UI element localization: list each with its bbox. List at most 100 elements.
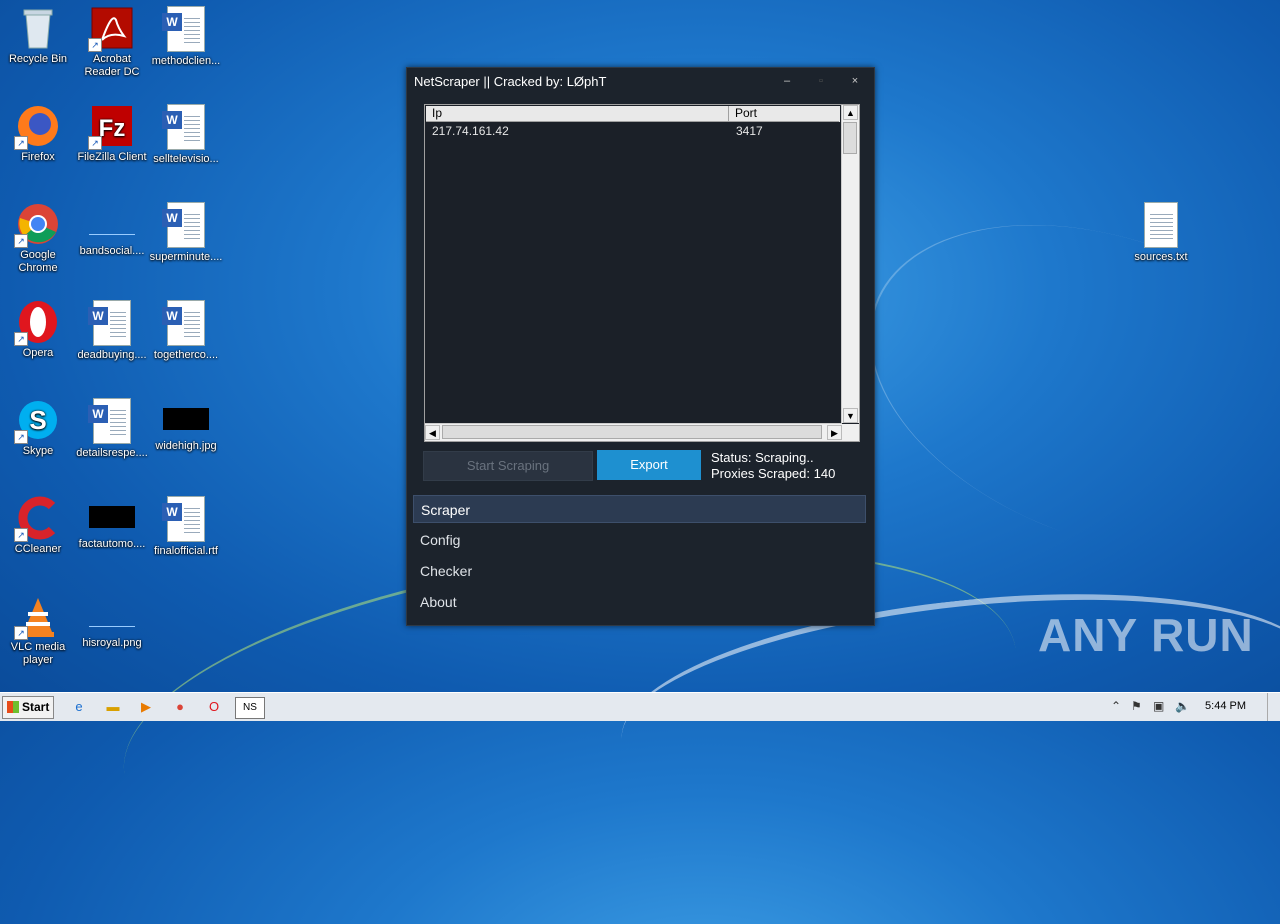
word-doc-icon: W — [162, 6, 205, 52]
taskbar: Start e ▬ ▶ ● O NS ⌃ ⚑ ▣ 🔈 5:44 PM — [0, 692, 1280, 721]
table-row[interactable]: 217.74.161.42 3417 — [426, 123, 840, 139]
side-nav: Scraper Config Checker About — [413, 495, 866, 619]
desktop-icon-factautomo[interactable]: factautomo.... — [74, 490, 150, 551]
horizontal-scroll-thumb[interactable] — [442, 425, 822, 439]
cell-port: 3417 — [736, 124, 763, 138]
acrobat-icon: ↗ — [88, 6, 134, 52]
shortcut-arrow-icon: ↗ — [14, 234, 28, 248]
ccleaner-icon: ↗ — [14, 496, 60, 542]
watermark: ANY RUN — [1038, 609, 1254, 661]
desktop-icon-deadbuying[interactable]: W deadbuying.... — [74, 294, 150, 362]
vlc-icon: ↗ — [14, 594, 60, 640]
desktop-icon-detailsrespe[interactable]: W detailsrespe.... — [74, 392, 150, 460]
volume-icon[interactable]: 🔈 — [1175, 699, 1190, 713]
window-titlebar[interactable]: NetScraper || Cracked by: LØphT – ▫ × — [407, 68, 874, 96]
proxies-scraped-text: Proxies Scraped: 140 — [711, 466, 836, 481]
desktop-icon-hisroyal[interactable]: hisroyal.png — [74, 588, 150, 650]
window-title: NetScraper || Cracked by: LØphT — [414, 74, 607, 89]
desktop-icon-selltelevisio[interactable]: W selltelevisio... — [148, 98, 224, 166]
status-text: Status: Scraping.. — [711, 450, 814, 465]
action-center-flag-icon[interactable]: ⚑ — [1131, 699, 1142, 713]
svg-text:S: S — [29, 405, 46, 435]
nav-item-checker[interactable]: Checker — [413, 557, 866, 585]
image-file-icon — [89, 506, 135, 528]
recycle-bin-icon — [16, 6, 60, 50]
horizontal-scrollbar[interactable]: ◀ ▶ — [425, 423, 842, 441]
wallpaper-swirl — [823, 163, 1280, 617]
word-doc-icon: W — [162, 202, 205, 248]
desktop-icon-togetherco[interactable]: W togetherco.... — [148, 294, 224, 362]
word-doc-icon: W — [162, 104, 205, 150]
shortcut-arrow-icon: ↗ — [14, 528, 28, 542]
network-icon[interactable]: ▣ — [1153, 699, 1164, 713]
desktop-icon-methodclien[interactable]: W methodclien... — [148, 0, 224, 68]
nav-item-scraper[interactable]: Scraper — [413, 495, 866, 523]
shortcut-arrow-icon: ↗ — [14, 332, 28, 346]
word-doc-icon: W — [162, 496, 205, 542]
scroll-down-icon[interactable]: ▼ — [843, 408, 858, 423]
desktop-icon-recycle-bin[interactable]: Recycle Bin — [0, 0, 76, 66]
shortcut-arrow-icon: ↗ — [88, 136, 102, 150]
desktop-icon-ccleaner[interactable]: ↗ CCleaner — [0, 490, 76, 556]
firefox-icon: ↗ — [14, 104, 60, 150]
status-panel: Status: Scraping.. Proxies Scraped: 140 — [711, 450, 835, 482]
cell-ip: 217.74.161.42 — [432, 124, 509, 138]
list-header: Ip Port — [426, 106, 840, 122]
column-header-port[interactable]: Port — [729, 106, 839, 122]
export-button[interactable]: Export — [597, 450, 701, 480]
shortcut-arrow-icon: ↗ — [88, 38, 102, 52]
ie-icon[interactable]: e — [68, 697, 90, 717]
word-doc-icon: W — [162, 300, 205, 346]
opera-taskbar-icon[interactable]: O — [203, 697, 225, 717]
nav-item-config[interactable]: Config — [413, 526, 866, 554]
media-player-icon[interactable]: ▶ — [135, 697, 157, 717]
scroll-right-icon[interactable]: ▶ — [827, 425, 842, 440]
show-desktop-button[interactable] — [1267, 693, 1280, 721]
desktop-icon-skype[interactable]: S ↗ Skype — [0, 392, 76, 458]
desktop-icon-opera[interactable]: ↗ Opera — [0, 294, 76, 360]
scroll-up-icon[interactable]: ▲ — [843, 105, 858, 120]
desktop-icon-sources[interactable]: sources.txt — [1123, 196, 1199, 264]
start-label: Start — [22, 700, 50, 714]
desktop-icon-acrobat[interactable]: ↗ Acrobat Reader DC — [74, 0, 150, 79]
maximize-icon[interactable]: ▫ — [811, 72, 831, 90]
svg-text:Fz: Fz — [99, 115, 126, 142]
system-tray: ⌃ ⚑ ▣ 🔈 5:44 PM — [1105, 693, 1280, 721]
vertical-scroll-thumb[interactable] — [843, 122, 857, 154]
proxy-list[interactable]: Ip Port 217.74.161.42 3417 ▲ ▼ ◀ ▶ — [424, 104, 860, 442]
shortcut-arrow-icon: ↗ — [14, 136, 28, 150]
desktop-icon-superminute[interactable]: W superminute.... — [148, 196, 224, 264]
netscraper-window: NetScraper || Cracked by: LØphT – ▫ × Ip… — [406, 67, 875, 626]
desktop-icon-finalofficial[interactable]: W finalofficial.rtf — [148, 490, 224, 558]
text-file-icon — [1144, 202, 1178, 248]
nav-item-about[interactable]: About — [413, 588, 866, 616]
blank-file-icon — [89, 606, 135, 627]
filezilla-icon: Fz ↗ — [88, 104, 134, 150]
chrome-taskbar-icon[interactable]: ● — [169, 697, 191, 717]
explorer-folder-icon[interactable]: ▬ — [102, 697, 124, 717]
desktop-icon-filezilla[interactable]: Fz ↗ FileZilla Client — [74, 98, 150, 164]
start-scraping-button[interactable]: Start Scraping — [423, 451, 593, 481]
show-hidden-icons-icon[interactable]: ⌃ — [1111, 699, 1121, 713]
desktop-icon-widehigh[interactable]: widehigh.jpg — [148, 392, 224, 453]
close-icon[interactable]: × — [845, 72, 865, 90]
blank-file-icon — [89, 214, 135, 235]
clock[interactable]: 5:44 PM — [1205, 700, 1246, 712]
desktop-icon-bandsocial[interactable]: bandsocial.... — [74, 196, 150, 258]
image-file-icon — [163, 408, 209, 430]
opera-icon: ↗ — [14, 300, 60, 346]
start-button[interactable]: Start — [2, 696, 54, 719]
skype-icon: S ↗ — [14, 398, 60, 444]
scroll-left-icon[interactable]: ◀ — [425, 425, 440, 440]
column-header-ip[interactable]: Ip — [426, 106, 729, 122]
chrome-icon: ↗ — [14, 202, 60, 248]
netscraper-taskbar-icon[interactable]: NS — [235, 697, 265, 719]
shortcut-arrow-icon: ↗ — [14, 430, 28, 444]
minimize-icon[interactable]: – — [777, 72, 797, 90]
desktop-icon-chrome[interactable]: ↗ Google Chrome — [0, 196, 76, 275]
desktop-icon-vlc[interactable]: ↗ VLC media player — [0, 588, 76, 667]
vertical-scrollbar[interactable]: ▲ ▼ — [841, 105, 859, 423]
scroll-corner — [842, 424, 859, 441]
shortcut-arrow-icon: ↗ — [14, 626, 28, 640]
desktop-icon-firefox[interactable]: ↗ Firefox — [0, 98, 76, 164]
